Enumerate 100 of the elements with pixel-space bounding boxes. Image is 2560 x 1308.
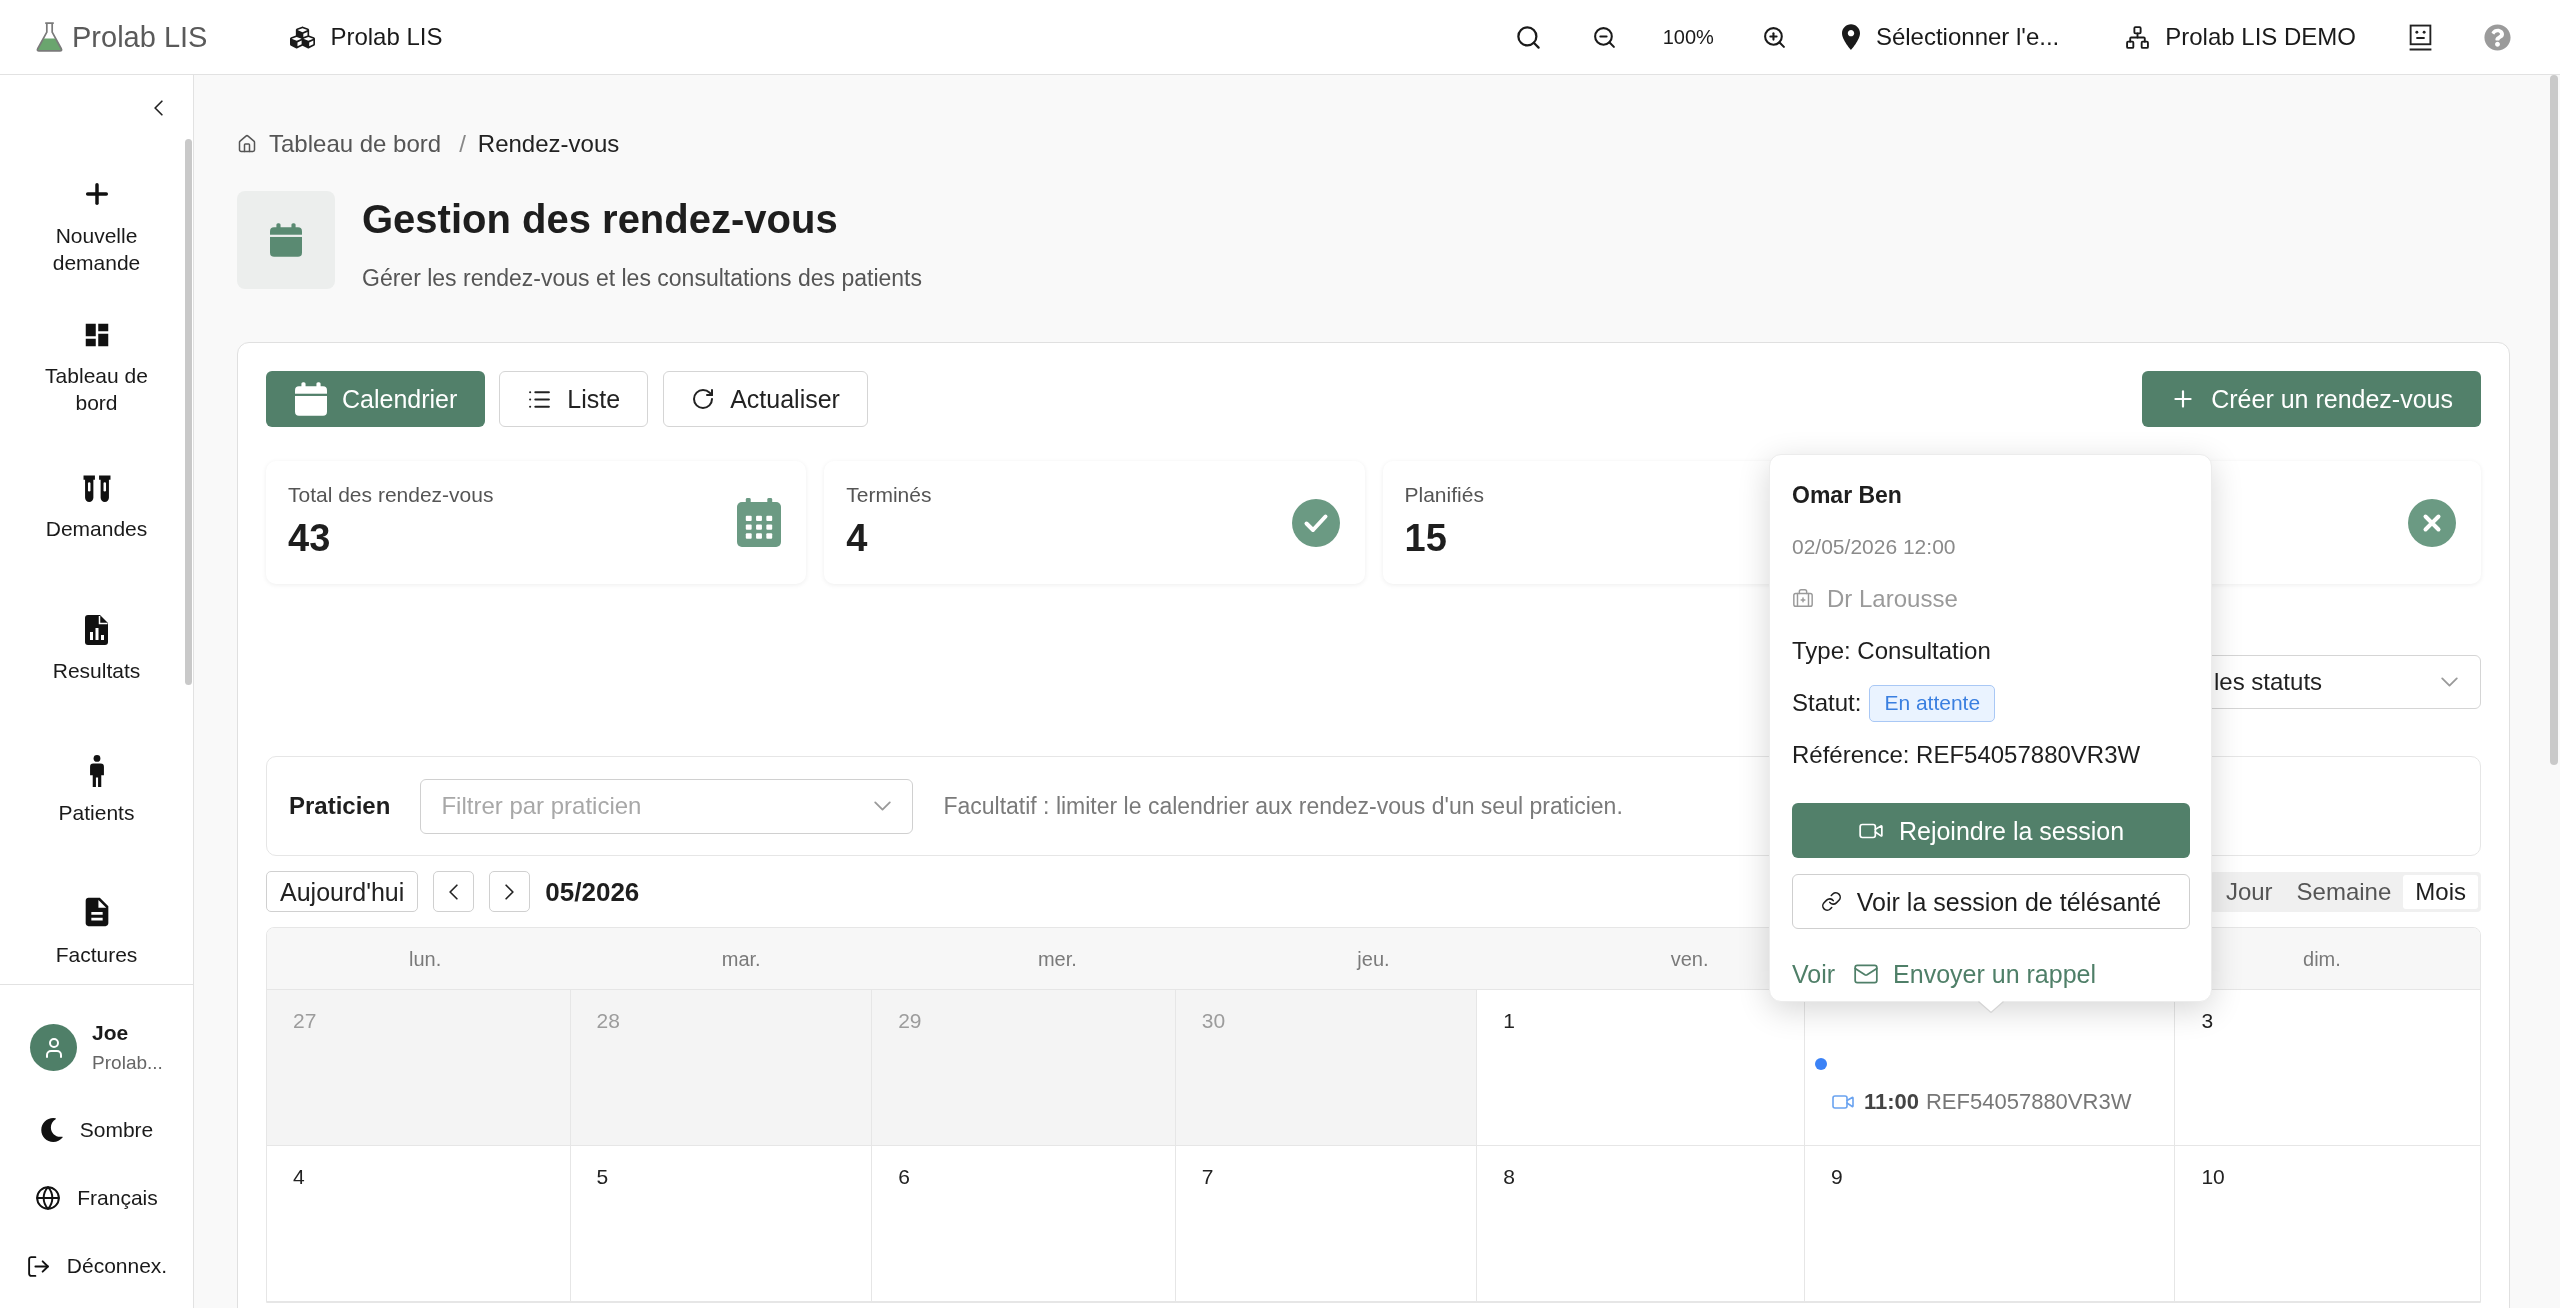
status-badge: En attente [1869,684,1996,722]
calendar-period: 05/2026 [545,876,640,907]
stat-label: Planifiés [1404,482,1484,508]
filter-hint: Facultatif : limiter le calendrier aux rendez-vous d'un seul praticien. [943,792,1623,821]
theme-toggle[interactable]: Sombre [39,1116,154,1144]
sidebar-item[interactable]: Resultats [26,615,167,684]
scrollbar[interactable] [2550,75,2558,765]
user-organization: Prolab... [92,1051,163,1075]
stat-value: 15 [1404,516,1448,560]
session-link-button[interactable]: Voir la session de télésanté [1792,874,2190,929]
collapse-icon[interactable] [154,99,163,116]
medical-bag-icon [1792,588,1814,610]
flask-icon [36,22,63,52]
day-number: 1 [1503,1008,1516,1034]
sidebar-item[interactable]: Patients [26,755,167,826]
stat-value: 4 [846,516,869,560]
day-number: 10 [2201,1164,2225,1190]
bar-chart-document-icon [85,615,108,645]
cubes-icon [290,24,316,50]
logout-icon [25,1253,51,1279]
logout-button[interactable]: Déconnex. [25,1252,168,1280]
weekday-label: dim. [2303,946,2341,972]
calendar-event[interactable]: 11:00 REF54057880VR3W [1830,1088,2132,1116]
day-number: 8 [1503,1164,1516,1190]
next-button[interactable] [489,871,531,912]
person-icon [89,755,104,787]
sidebar-item[interactable]: Demandes [26,475,167,542]
weekday-label: ven. [1670,946,1709,972]
calendar-view-button[interactable]: Calendrier [266,371,486,427]
help-icon[interactable] [2484,23,2511,51]
view-tab[interactable]: Jour [2213,874,2285,909]
day-number: 3 [2201,1008,2214,1034]
sidebar-item[interactable]: Nouvelle demande [26,177,167,276]
refresh-icon [691,387,716,411]
day-number: 29 [898,1008,922,1034]
list-view-button[interactable]: Liste [499,371,649,427]
calendar-icon [737,498,782,547]
search-icon[interactable] [1514,23,1542,51]
status-label: Statut: [1792,688,1862,718]
send-reminder-link[interactable]: Envoyer un rappel [1853,959,2096,989]
stat-value: 43 [288,516,332,560]
test-tubes-icon [82,475,111,503]
day-number: 7 [1201,1164,1214,1190]
appointment-datetime: 02/05/2026 12:00 [1792,534,1956,560]
weekday-label: jeu. [1357,946,1390,972]
chevron-down-icon [2441,677,2458,687]
day-number: 28 [596,1008,620,1034]
practitioner-name: Dr Larousse [1827,584,1958,614]
zoom-level: 100% [1662,25,1714,50]
view-tab[interactable]: Semaine [2284,874,2404,909]
chevron-right-icon [505,883,515,900]
close-circle-icon[interactable] [2408,498,2456,547]
sidebar-item[interactable]: Tableau de bord [26,319,167,416]
day-number: 6 [898,1164,910,1190]
chevron-down-icon [874,801,892,811]
link-icon [1820,891,1842,912]
stat-label: Terminés [846,482,932,508]
language-selector[interactable]: Français [35,1184,158,1212]
map-pin-icon [1841,24,1860,50]
mail-icon [1853,961,1880,987]
day-number: 9 [1830,1164,1843,1190]
moon-icon [39,1118,64,1142]
user-name: Joe [92,1020,130,1046]
zoom-in-icon[interactable] [1761,24,1787,50]
view-tab[interactable]: Mois [2403,874,2478,909]
day-number: 27 [293,1008,317,1034]
patient-name: Omar Ben [1792,481,1902,509]
weekday-label: mer. [1037,946,1077,972]
sitemap-icon [2125,24,2151,50]
breadcrumb-link[interactable]: Tableau de bord [237,129,442,159]
previous-button[interactable] [433,871,475,912]
day-number: 5 [596,1164,609,1190]
create-appointment-button[interactable]: Créer un rendez-vous [2142,371,2481,427]
user-avatar-icon[interactable] [30,1024,78,1071]
zoom-out-icon[interactable] [1591,24,1617,50]
globe-icon [35,1185,62,1211]
scrollbar[interactable] [185,139,192,685]
reference-text: Référence: REF54057880VR3W [1792,740,2141,770]
organization-selector[interactable]: Prolab LIS DEMO [2125,22,2356,52]
filter-label: Praticien [289,791,391,821]
workspace-name[interactable]: Prolab LIS [330,22,443,52]
sidebar-item[interactable]: Factures [26,895,167,968]
app-name: Prolab LIS [72,20,208,54]
stat-label: Total des rendez-vous [288,482,494,508]
weekday-label: mar. [721,946,761,972]
page-title: Gestion des rendez-vous [362,196,839,243]
view-link[interactable]: Voir [1792,959,1836,989]
calendar-icon [237,191,335,289]
appointment-type: Type: Consultation [1792,636,1991,666]
location-selector[interactable]: Sélectionner l'e... [1841,22,2060,52]
chevron-left-icon [449,883,459,900]
breadcrumb-separator: / [459,129,466,159]
profile-card-icon[interactable] [2409,23,2432,51]
join-session-button[interactable]: Rejoindre la session [1792,803,2190,858]
day-number: 4 [293,1164,305,1190]
page-subtitle: Gérer les rendez-vous et les consultations des patients [362,264,922,293]
today-button[interactable]: Aujourd'hui [266,871,419,912]
refresh-button[interactable]: Actualiser [663,371,868,427]
home-icon [237,134,257,154]
calendar-icon [295,382,327,416]
